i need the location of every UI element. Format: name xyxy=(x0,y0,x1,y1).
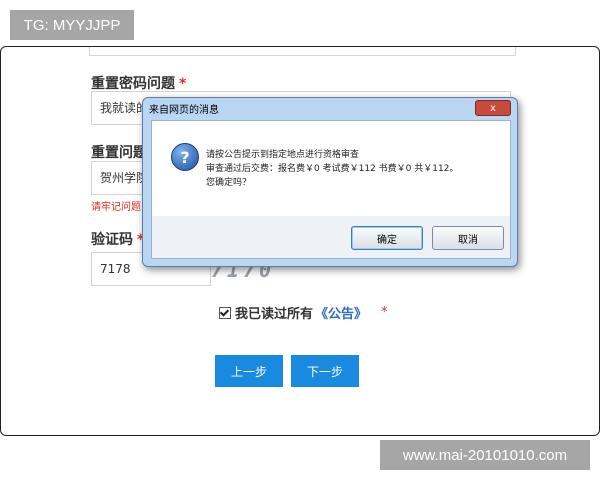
dialog-title: 来自网页的消息 xyxy=(149,105,219,116)
watermark-bottom: www.mai-20101010.com xyxy=(380,440,590,470)
agree-row: 我已读过所有 《公告》 * xyxy=(219,303,388,322)
dialog-message-line: 审查通过后交费：报名费￥0 考试费￥112 书费￥0 共￥112。 xyxy=(206,164,459,174)
confirm-dialog: 来自网页的消息 x ? 请按公告提示到指定地点进行资格审查 审查通过后交费：报名… xyxy=(142,97,518,267)
previous-input-field[interactable] xyxy=(89,47,516,56)
question-icon: ? xyxy=(171,143,199,171)
captcha-label: 验证码 * xyxy=(91,232,145,248)
prev-step-button[interactable]: 上一步 xyxy=(215,355,283,387)
required-mark: * xyxy=(179,76,187,92)
watermark-top: TG: MYYJJPP xyxy=(10,10,134,40)
next-step-button[interactable]: 下一步 xyxy=(291,355,359,387)
reset-hint-text: 请牢记问题 xyxy=(91,202,141,213)
agree-text: 我已读过所有 xyxy=(235,307,314,322)
dialog-footer: 确定 取消 xyxy=(151,216,511,259)
ok-button[interactable]: 确定 xyxy=(351,226,423,250)
dialog-body: ? 请按公告提示到指定地点进行资格审查 审查通过后交费：报名费￥0 考试费￥11… xyxy=(151,120,511,218)
reset-answer-label: 重置问题 xyxy=(91,145,147,161)
close-button[interactable]: x xyxy=(475,100,511,116)
close-icon: x xyxy=(490,102,496,114)
dialog-message-line: 请按公告提示到指定地点进行资格审查 xyxy=(206,150,360,160)
notice-link[interactable]: 《公告》 xyxy=(315,303,367,322)
dialog-message-line: 您确定吗？ xyxy=(206,178,252,188)
required-mark: * xyxy=(381,305,388,320)
reset-question-label: 重置密码问题 * xyxy=(91,76,187,92)
cancel-button[interactable]: 取消 xyxy=(432,226,504,250)
agree-checkbox[interactable] xyxy=(219,306,231,319)
